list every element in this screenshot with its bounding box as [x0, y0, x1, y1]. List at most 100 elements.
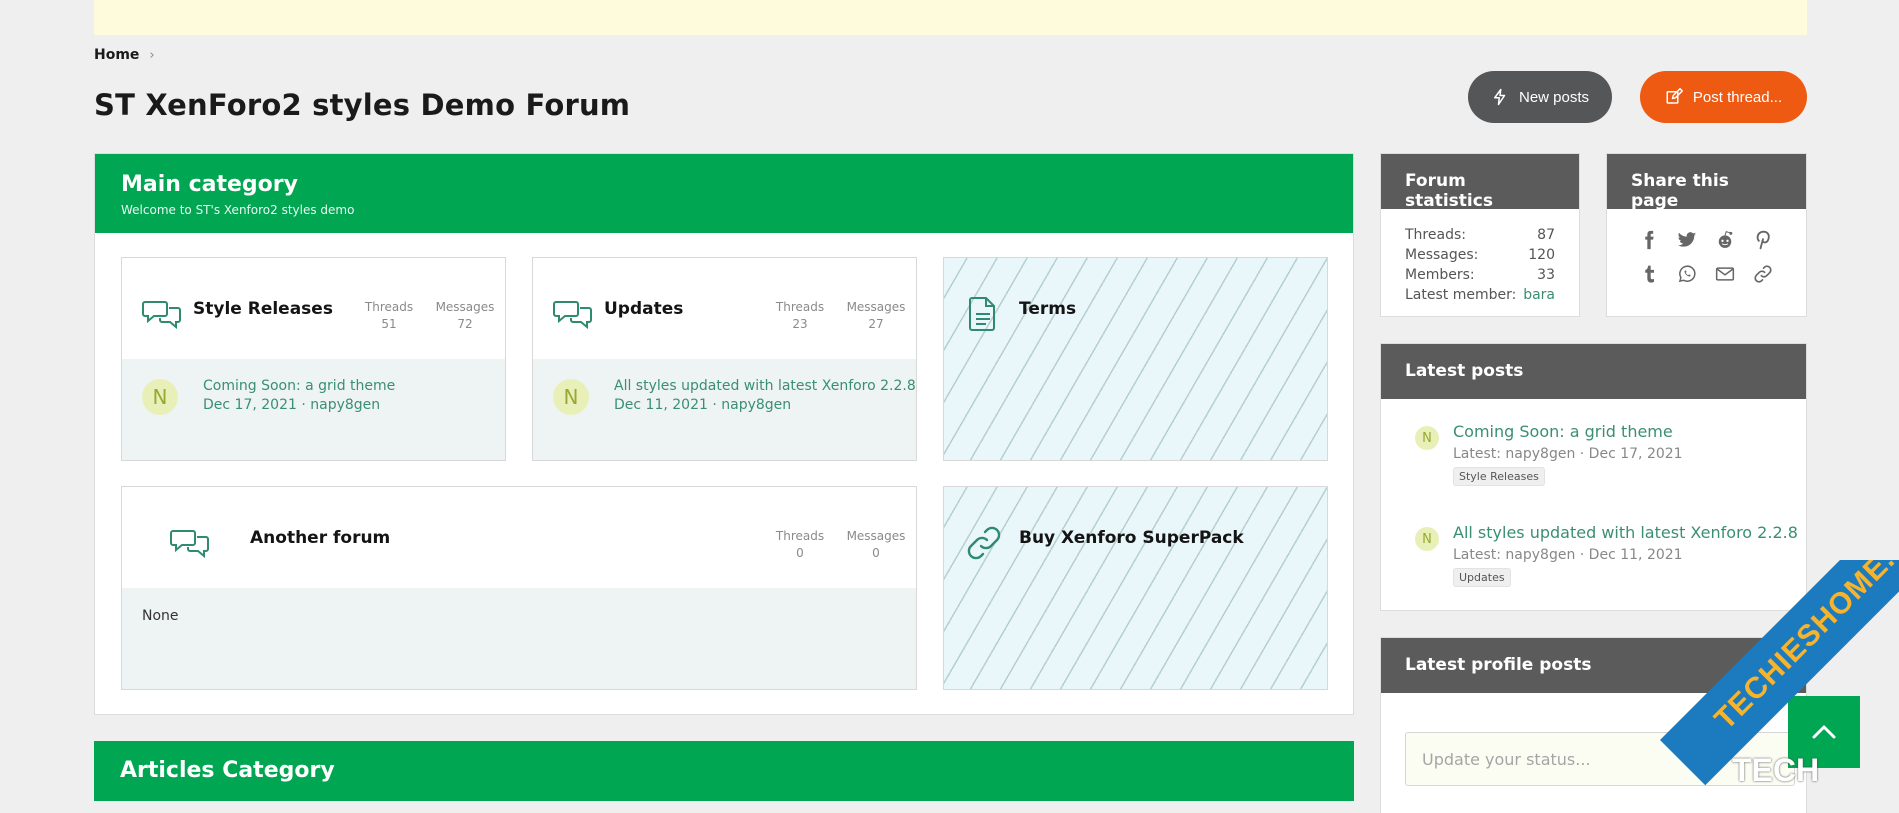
chat-bubbles-icon	[170, 525, 210, 561]
facebook-icon[interactable]	[1637, 229, 1661, 251]
share-page-block: Share this page	[1606, 153, 1807, 317]
threads-label: Threads	[775, 529, 825, 543]
threads-stat: Threads 51	[359, 299, 419, 333]
threads-label: Threads	[364, 300, 414, 314]
stats-row-members: Members: 33	[1405, 265, 1555, 285]
share-buttons	[1607, 209, 1806, 305]
status-input[interactable]	[1405, 732, 1795, 786]
block-title: Latest profile posts	[1381, 638, 1806, 693]
stat-value: 33	[1537, 267, 1555, 283]
last-post-title[interactable]: All styles updated with latest Xenforo 2…	[614, 378, 916, 394]
chevron-up-icon	[1812, 725, 1836, 739]
messages-label: Messages	[846, 529, 906, 543]
link-icon	[966, 525, 1002, 561]
tumblr-icon[interactable]	[1637, 263, 1661, 285]
new-posts-label: New posts	[1518, 88, 1590, 106]
node-header: Another forum Threads 0 Messages 0	[122, 487, 916, 588]
post-thread-button[interactable]: Post thread...	[1640, 71, 1807, 123]
forum-node-style-releases: Style Releases Threads 51 Messages 72 N …	[121, 257, 506, 461]
breadcrumb-home[interactable]: Home	[94, 47, 139, 63]
node-last-post: None	[122, 588, 916, 689]
node-title[interactable]: Updates	[604, 299, 683, 319]
latest-post-title[interactable]: Coming Soon: a grid theme	[1453, 422, 1673, 441]
threads-stat: Threads 0	[770, 528, 830, 562]
last-post-meta: Dec 11, 2021 · napy8gen	[614, 397, 791, 413]
threads-count: 51	[381, 317, 397, 331]
node-last-post: N Coming Soon: a grid theme Dec 17, 2021…	[122, 359, 505, 460]
reddit-icon[interactable]	[1713, 229, 1737, 251]
page-title: ST XenForo2 styles Demo Forum	[94, 88, 631, 122]
messages-label: Messages	[435, 300, 495, 314]
messages-count: 27	[868, 317, 884, 331]
messages-label: Messages	[846, 300, 906, 314]
avatar[interactable]: N	[553, 379, 589, 415]
notice-bar	[94, 0, 1807, 35]
last-post-date: Dec 11, 2021	[614, 397, 708, 413]
main-category: Main category Welcome to ST's Xenforo2 s…	[94, 153, 1354, 715]
messages-stat: Messages 27	[841, 299, 911, 333]
stats-row-messages: Messages: 120	[1405, 245, 1555, 265]
node-header: Updates Threads 23 Messages 27	[533, 258, 916, 359]
category-header: Main category Welcome to ST's Xenforo2 s…	[95, 154, 1353, 233]
category-title[interactable]: Main category	[121, 172, 1327, 197]
avatar[interactable]: N	[1415, 426, 1439, 450]
threads-label: Threads	[775, 300, 825, 314]
messages-count: 72	[457, 317, 473, 331]
messages-stat: Messages 0	[841, 528, 911, 562]
latest-post-meta: Latest: napy8gen · Dec 17, 2021	[1453, 446, 1683, 462]
twitter-icon[interactable]	[1675, 229, 1699, 251]
last-post-user[interactable]: napy8gen	[721, 397, 791, 413]
stats-row-threads: Threads: 87	[1405, 225, 1555, 245]
bolt-icon	[1493, 88, 1506, 106]
articles-category-header[interactable]: Articles Category	[94, 741, 1354, 801]
new-posts-button[interactable]: New posts	[1468, 71, 1612, 123]
block-title: Share this page	[1607, 154, 1806, 211]
latest-member-link[interactable]: bara	[1523, 285, 1555, 305]
threads-stat: Threads 23	[770, 299, 830, 333]
link-icon[interactable]	[1751, 263, 1775, 285]
last-post-title[interactable]: Coming Soon: a grid theme	[203, 378, 395, 394]
block-title: Forum statistics	[1381, 154, 1579, 211]
stat-label: Threads:	[1405, 227, 1466, 243]
chat-bubbles-icon	[553, 296, 593, 332]
node-last-post: N All styles updated with latest Xenforo…	[533, 359, 916, 460]
chat-bubbles-icon	[142, 296, 182, 332]
pinterest-icon[interactable]	[1751, 229, 1775, 251]
stat-label: Messages:	[1405, 247, 1479, 263]
email-icon[interactable]	[1713, 263, 1737, 285]
node-title[interactable]: Terms	[1019, 299, 1076, 319]
forum-node-updates: Updates Threads 23 Messages 27 N All sty…	[532, 257, 917, 461]
meta-separator: ·	[712, 397, 717, 413]
edit-icon	[1666, 88, 1683, 104]
last-post-user[interactable]: napy8gen	[310, 397, 380, 413]
forum-tag[interactable]: Style Releases	[1453, 467, 1545, 486]
stat-value: 87	[1537, 227, 1555, 243]
node-title[interactable]: Style Releases	[193, 299, 333, 319]
node-title[interactable]: Buy Xenforo SuperPack	[1019, 528, 1244, 548]
messages-stat: Messages 72	[430, 299, 500, 333]
latest-posts-block: Latest posts N Coming Soon: a grid theme…	[1380, 343, 1807, 611]
page-node-terms[interactable]: Terms	[943, 257, 1328, 461]
forum-node-another-forum: Another forum Threads 0 Messages 0 None	[121, 486, 917, 690]
whatsapp-icon[interactable]	[1675, 263, 1699, 285]
forum-statistics-block: Forum statistics Threads: 87 Messages: 120…	[1380, 153, 1580, 317]
forum-tag[interactable]: Updates	[1453, 568, 1511, 587]
latest-post-meta: Latest: napy8gen · Dec 11, 2021	[1453, 547, 1683, 563]
last-post-meta: Dec 17, 2021 · napy8gen	[203, 397, 380, 413]
category-description: Welcome to ST's Xenforo2 styles demo	[121, 203, 355, 217]
breadcrumb: Home ›	[94, 47, 155, 63]
stat-value: 120	[1528, 247, 1555, 263]
chevron-right-icon: ›	[149, 47, 155, 63]
avatar[interactable]: N	[1415, 527, 1439, 551]
threads-count: 0	[796, 546, 804, 560]
avatar[interactable]: N	[142, 379, 178, 415]
node-title[interactable]: Another forum	[250, 528, 390, 548]
block-title: Latest posts	[1381, 344, 1806, 399]
latest-profile-posts-block: Latest profile posts	[1380, 637, 1807, 813]
messages-count: 0	[872, 546, 880, 560]
document-icon	[968, 296, 998, 332]
latest-post-title[interactable]: All styles updated with latest Xenforo 2…	[1453, 523, 1798, 542]
threads-count: 23	[792, 317, 808, 331]
scroll-to-top-button[interactable]	[1788, 696, 1860, 768]
link-node-superpack[interactable]: Buy Xenforo SuperPack	[943, 486, 1328, 690]
